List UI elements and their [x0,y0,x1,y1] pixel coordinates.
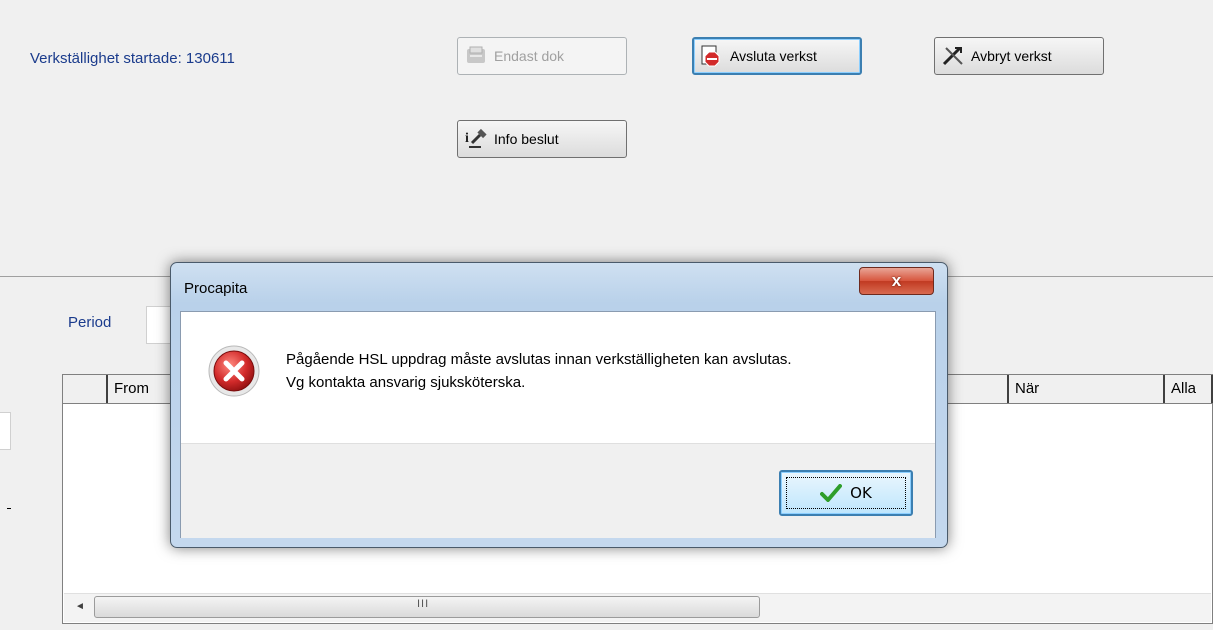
dialog-close-button[interactable]: x [859,267,934,295]
period-label: Period [68,314,112,331]
cancel-tools-icon [942,46,963,66]
info-beslut-button[interactable]: i Info beslut [457,120,627,158]
column-alla[interactable]: Alla [1163,375,1213,403]
error-icon [208,345,260,397]
avbryt-verkst-label: Avbryt verkst [971,48,1052,64]
document-icon [467,46,485,63]
left-field-stub[interactable] [0,412,11,450]
avsluta-verkst-button[interactable]: Avsluta verkst [692,37,862,75]
left-dash [7,508,11,509]
started-label: Verkställighet startade: 130611 [30,50,235,67]
endast-dok-button[interactable]: Endast dok [457,37,627,75]
gavel-info-icon: i [465,128,487,148]
column-nar[interactable]: När [1007,375,1155,403]
avbryt-verkst-button[interactable]: Avbryt verkst [934,37,1104,75]
column-from[interactable]: From [106,375,174,403]
checkmark-icon [820,484,843,502]
stop-sign-icon [701,45,720,67]
endast-dok-label: Endast dok [494,48,565,64]
svg-text:i: i [465,131,469,146]
dialog-message-line1: Pågående HSL uppdrag måste avslutas inna… [286,351,792,368]
ok-button[interactable]: OK [779,470,913,516]
dialog-title: Procapita [184,280,248,297]
scroll-thumb-grip: III [417,598,430,610]
avsluta-verkst-label: Avsluta verkst [730,48,817,64]
scroll-left-arrow[interactable]: ◄ [70,596,90,618]
dialog-message-line2: Vg kontakta ansvarig sjuksköterska. [286,374,526,391]
ok-label: OK [850,484,872,502]
info-beslut-label: Info beslut [494,131,559,147]
